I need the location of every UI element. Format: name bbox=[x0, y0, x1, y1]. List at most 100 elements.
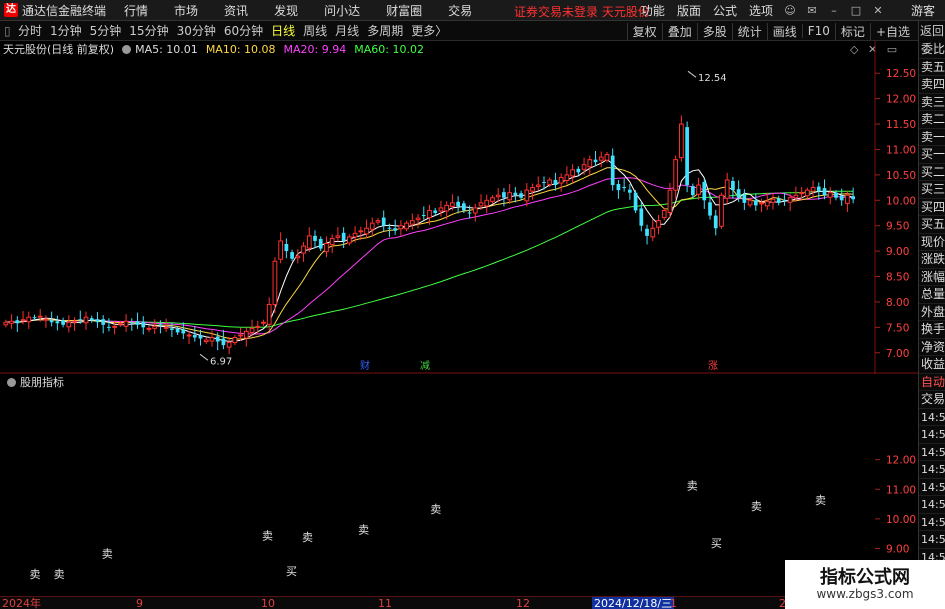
candle-body bbox=[152, 325, 158, 329]
candle-body bbox=[226, 342, 232, 348]
candle-body bbox=[181, 329, 186, 334]
marker-zhang[interactable]: 涨 bbox=[708, 360, 718, 372]
candle-body bbox=[438, 207, 444, 212]
candle-body bbox=[129, 322, 134, 324]
candle-body bbox=[650, 227, 656, 238]
candle-body bbox=[421, 215, 426, 217]
side-panel-item[interactable]: 14:56 bbox=[919, 479, 945, 496]
side-panel-item[interactable]: 换手 bbox=[919, 321, 945, 339]
candlestick-chart[interactable]: 12.50 12.00 11.50 11.00 10.50 10.00 9.50 9.00 8.… bbox=[0, 0, 918, 374]
indicator-signal: 卖 bbox=[102, 547, 113, 560]
side-panel-item[interactable]: 14:56 bbox=[919, 444, 945, 461]
side-panel-item[interactable]: 涨跌 bbox=[919, 251, 945, 269]
side-panel-item[interactable]: 外盘 bbox=[919, 304, 945, 321]
y-tick-label: 9.00 bbox=[886, 246, 909, 258]
candle-body bbox=[702, 182, 707, 201]
side-panel-item[interactable]: 14:56 bbox=[919, 461, 945, 479]
indicator-y-tick-label: 9.00 bbox=[886, 544, 909, 556]
watermark-title: 指标公式网 bbox=[820, 567, 910, 588]
candle-body bbox=[827, 192, 833, 198]
candle-body bbox=[72, 320, 77, 323]
side-panel-item[interactable]: 买五 bbox=[919, 216, 945, 234]
indicator-settings-icon[interactable] bbox=[7, 377, 16, 387]
candle-body bbox=[341, 232, 346, 241]
side-panel-item[interactable]: 收益 bbox=[919, 356, 945, 374]
side-panel-item[interactable]: 卖五 bbox=[919, 59, 945, 76]
candle-body bbox=[123, 320, 129, 327]
selected-date[interactable]: 2024/12/18/三 bbox=[592, 597, 675, 609]
indicator-y-tick-label: 12.00 bbox=[886, 455, 916, 467]
y-tick-label: 8.50 bbox=[886, 272, 909, 284]
back-button[interactable]: 返回 bbox=[918, 21, 945, 41]
candle-body bbox=[598, 156, 604, 161]
candle-body bbox=[238, 334, 243, 337]
side-panel-item[interactable]: 14:56 bbox=[919, 496, 945, 514]
candle-body bbox=[776, 198, 781, 203]
candle-body bbox=[713, 215, 718, 229]
candle-body bbox=[261, 321, 266, 324]
indicator-signal: 卖 bbox=[262, 530, 273, 543]
side-panel-item[interactable]: 卖三 bbox=[919, 94, 945, 111]
side-panel-item[interactable]: 14:56 bbox=[919, 531, 945, 549]
side-panel-item[interactable]: 买四 bbox=[919, 199, 945, 216]
marker-jian[interactable]: 减 bbox=[420, 360, 430, 372]
candle-body bbox=[472, 207, 478, 214]
candle-body bbox=[495, 194, 501, 198]
date-label: 10 bbox=[261, 597, 275, 609]
indicator-name[interactable]: 股朋指标 bbox=[20, 374, 64, 390]
watermark: 指标公式网 www.zbgs3.com bbox=[785, 560, 945, 609]
side-panel-item[interactable]: 委比 bbox=[919, 41, 945, 59]
side-panel-item[interactable]: 14:56 bbox=[919, 409, 945, 426]
side-panel-item[interactable]: 涨幅 bbox=[919, 269, 945, 286]
candle-body bbox=[581, 164, 587, 170]
ma20-line bbox=[5, 177, 854, 335]
side-panel-item[interactable]: 卖一 bbox=[919, 129, 945, 146]
high-annotation-label: 12.54 bbox=[698, 73, 727, 84]
candle-body bbox=[502, 192, 506, 198]
candle-body bbox=[570, 169, 575, 177]
indicator-signal: 卖 bbox=[815, 494, 826, 507]
candle-body bbox=[393, 228, 398, 231]
moving-average-line bbox=[5, 177, 854, 335]
candle-body bbox=[622, 187, 627, 189]
side-panel-item[interactable]: 买三 bbox=[919, 181, 945, 199]
candle-body bbox=[719, 194, 724, 227]
side-panel-item[interactable]: 总量 bbox=[919, 286, 945, 304]
candle-body bbox=[352, 232, 358, 238]
candle-body bbox=[845, 194, 850, 204]
indicator-signal: 卖 bbox=[358, 524, 369, 537]
candle-body bbox=[667, 189, 673, 213]
candle-body bbox=[507, 192, 513, 201]
candle-body bbox=[83, 316, 89, 324]
indicator-y-tick-label: 10.00 bbox=[886, 514, 916, 526]
candle-body bbox=[112, 325, 117, 328]
side-panel-item[interactable]: 现价 bbox=[919, 234, 945, 251]
candle-body bbox=[301, 245, 306, 254]
side-panel-item[interactable]: 净资 bbox=[919, 339, 945, 356]
side-panel-item[interactable]: 14:56 bbox=[919, 426, 945, 444]
side-panel-item[interactable]: 自动 bbox=[919, 374, 945, 391]
side-panel-item[interactable]: 14:56 bbox=[919, 514, 945, 531]
candle-body bbox=[656, 220, 661, 228]
candle-body bbox=[284, 244, 289, 252]
candle-body bbox=[26, 316, 32, 323]
candle-body bbox=[736, 189, 741, 198]
candle-body bbox=[192, 334, 197, 338]
y-axis: 12.50 12.00 11.50 11.00 10.50 10.00 9.50 9.00 8.… bbox=[875, 68, 916, 360]
indicator-signals: 卖卖卖卖买卖卖卖卖买卖卖 bbox=[30, 479, 826, 581]
side-panel-item[interactable]: 买二 bbox=[919, 164, 945, 181]
candle-body bbox=[32, 317, 37, 319]
candle-body bbox=[358, 230, 364, 233]
y-tick-label: 8.00 bbox=[886, 297, 909, 309]
candle-body bbox=[61, 320, 65, 325]
side-panel-item[interactable]: 买一 bbox=[919, 146, 945, 164]
candle-body bbox=[433, 210, 438, 213]
marker-cai[interactable]: 财 bbox=[360, 359, 370, 372]
side-panel-item[interactable]: 卖二 bbox=[919, 111, 945, 129]
candle-body bbox=[553, 179, 558, 186]
high-annotation-line bbox=[687, 70, 697, 78]
candle-body bbox=[484, 199, 490, 207]
side-panel-item[interactable]: 卖四 bbox=[919, 76, 945, 94]
indicator-signal: 卖 bbox=[687, 479, 698, 492]
side-panel-item[interactable]: 交易 bbox=[919, 391, 945, 409]
